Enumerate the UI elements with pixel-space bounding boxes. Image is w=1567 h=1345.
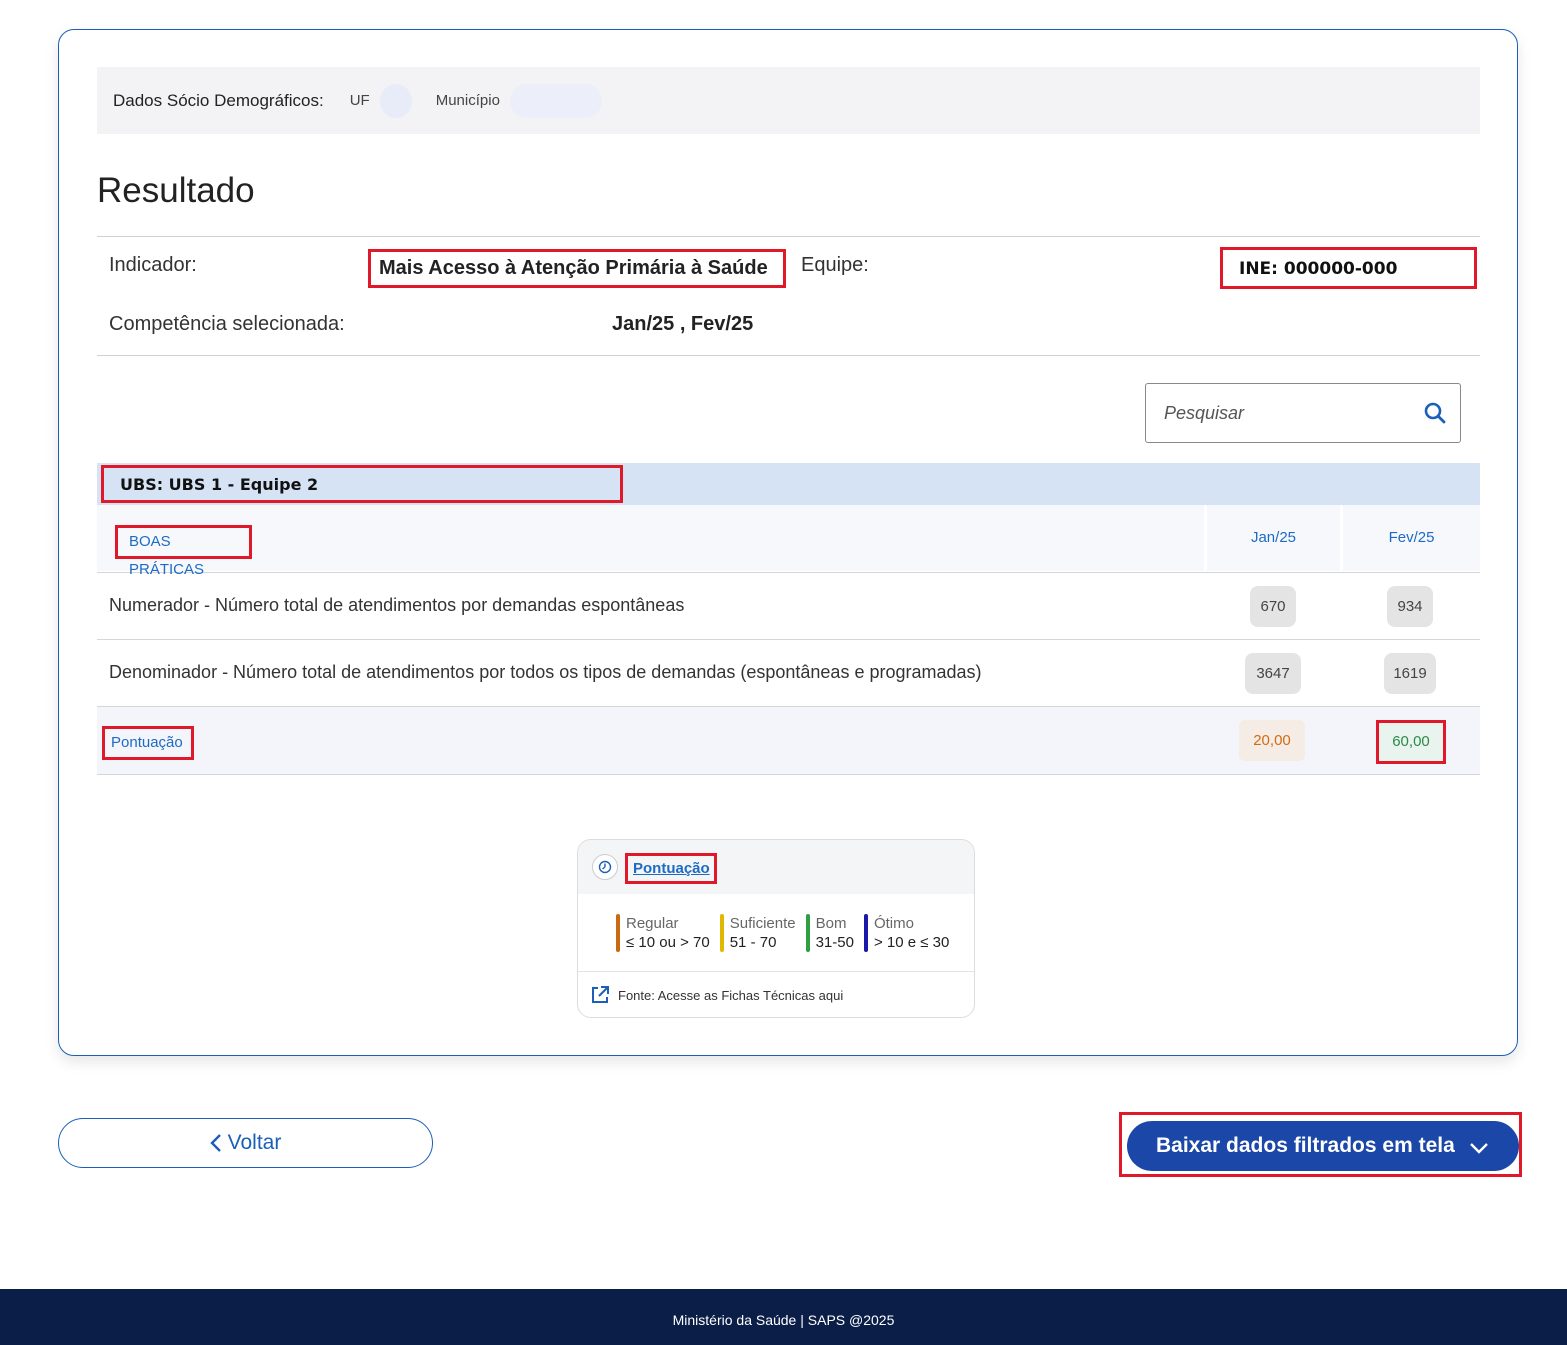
score-row: Pontuação 20,00 60,00 — [97, 707, 1480, 775]
competencia-label: Competência selecionada: — [109, 313, 345, 335]
download-label: Baixar dados filtrados em tela — [1156, 1134, 1455, 1157]
score-legend: Pontuação Regular ≤ 10 ou > 70 Suficiente… — [577, 839, 975, 1018]
info-panel: Indicador: Mais Acesso à Atenção Primári… — [97, 236, 1480, 356]
clock-icon — [592, 854, 618, 880]
score-value-jan: 20,00 — [1239, 720, 1305, 761]
table-row: Denominador - Número total de atendiment… — [97, 640, 1480, 707]
socio-demographic-bar: Dados Sócio Demográficos: UF Município — [97, 67, 1480, 134]
table-row: Numerador - Número total de atendimentos… — [97, 573, 1480, 640]
indicador-value: Mais Acesso à Atenção Primária à Saúde — [379, 257, 768, 279]
search-placeholder: Pesquisar — [1164, 402, 1245, 423]
value-chip: 934 — [1387, 586, 1433, 627]
footer: Ministério da Saúde | SAPS @2025 — [0, 1289, 1567, 1345]
back-button[interactable]: Voltar — [58, 1118, 433, 1168]
section-label: BOAS PRÁTICAS — [115, 525, 252, 578]
uf-label: UF — [349, 92, 370, 109]
search-input[interactable]: Pesquisar — [1145, 383, 1461, 443]
ubs-label: UBS: UBS 1 - Equipe 2 — [101, 465, 623, 503]
chevron-left-icon — [209, 1133, 222, 1153]
result-card: Dados Sócio Demográficos: UF Município R… — [58, 29, 1518, 1056]
socio-label: Dados Sócio Demográficos: — [113, 90, 324, 110]
table-header: BOAS PRÁTICAS Jan/25 Fev/25 — [97, 505, 1480, 578]
score-value-fev: 60,00 — [1376, 720, 1446, 764]
indicador-highlight: Mais Acesso à Atenção Primária à Saúde — [368, 249, 786, 288]
page-title: Resultado — [97, 171, 255, 210]
value-chip: 3647 — [1245, 653, 1301, 694]
ubs-header: UBS: UBS 1 - Equipe 2 — [97, 463, 1480, 505]
download-highlight: Baixar dados filtrados em tela — [1119, 1112, 1522, 1177]
value-chip: 670 — [1250, 586, 1296, 627]
indicador-label: Indicador: — [109, 254, 197, 276]
municipio-label: Município — [435, 92, 500, 109]
month-header-fev: Fev/25 — [1388, 529, 1435, 546]
municipio-select[interactable] — [509, 83, 602, 118]
back-label: Voltar — [227, 1131, 282, 1154]
equipe-label: Equipe: — [801, 254, 869, 276]
results-table: BOAS PRÁTICAS Jan/25 Fev/25 Numerador - … — [97, 505, 1480, 775]
external-link-icon — [592, 986, 609, 1003]
uf-select[interactable] — [379, 83, 412, 118]
chevron-down-icon — [1469, 1136, 1489, 1160]
download-button[interactable]: Baixar dados filtrados em tela — [1127, 1121, 1519, 1171]
month-header-jan: Jan/25 — [1250, 529, 1297, 546]
competencia-value: Jan/25 , Fev/25 — [612, 313, 754, 335]
equipe-value: INE: 000000-000 — [1220, 247, 1477, 289]
legend-title[interactable]: Pontuação — [625, 853, 717, 884]
source-link[interactable]: Fonte: Acesse as Fichas Técnicas aqui — [590, 985, 843, 1005]
legend-item-regular: Regular ≤ 10 ou > 70 — [616, 914, 710, 952]
value-chip: 1619 — [1384, 653, 1436, 694]
footer-text: Ministério da Saúde | SAPS @2025 — [672, 1312, 895, 1328]
row-label: Numerador - Número total de atendimentos… — [109, 595, 685, 615]
legend-item-bom: Bom 31-50 — [805, 914, 854, 952]
score-label: Pontuação — [102, 726, 194, 760]
search-icon[interactable] — [1410, 402, 1460, 424]
legend-item-otimo: Ótimo > 10 e ≤ 30 — [863, 914, 949, 952]
legend-item-suficiente: Suficiente 51 - 70 — [719, 914, 796, 952]
row-label: Denominador - Número total de atendiment… — [109, 662, 982, 682]
